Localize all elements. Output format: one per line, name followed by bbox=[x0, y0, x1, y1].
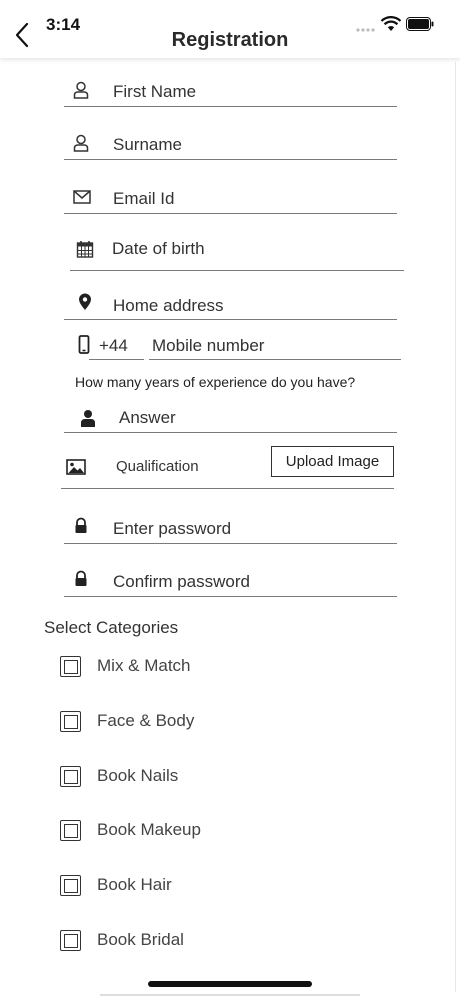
email-field[interactable]: Email Id bbox=[64, 183, 397, 214]
category-checkbox[interactable] bbox=[60, 930, 81, 951]
country-code-value: +44 bbox=[99, 336, 128, 355]
lock-icon bbox=[75, 570, 87, 586]
dob-field[interactable]: Date of birth bbox=[70, 232, 404, 271]
category-label: Book Makeup bbox=[97, 820, 201, 839]
page-title: Registration bbox=[171, 29, 289, 51]
user-icon bbox=[73, 134, 89, 152]
envelope-icon bbox=[73, 190, 91, 204]
category-checkbox[interactable] bbox=[60, 656, 81, 677]
first-name-field[interactable]: First Name bbox=[64, 76, 397, 107]
category-checkbox[interactable] bbox=[60, 820, 81, 841]
password-placeholder: Enter password bbox=[113, 519, 232, 538]
category-label: Book Hair bbox=[97, 875, 172, 894]
user-icon bbox=[73, 81, 89, 99]
home-address-placeholder: Home address bbox=[113, 296, 224, 315]
calendar-icon bbox=[76, 241, 94, 258]
experience-question: How many years of experience do you have… bbox=[75, 374, 356, 390]
category-checkbox[interactable] bbox=[60, 711, 81, 732]
category-checkbox[interactable] bbox=[60, 766, 81, 787]
surname-field[interactable]: Surname bbox=[64, 129, 397, 160]
home-indicator[interactable] bbox=[148, 981, 312, 987]
category-label: Book Bridal bbox=[97, 930, 184, 949]
category-label: Face & Body bbox=[97, 711, 195, 730]
confirm-password-placeholder: Confirm password bbox=[113, 572, 250, 591]
person-icon bbox=[81, 410, 95, 427]
first-name-placeholder: First Name bbox=[113, 82, 197, 101]
category-checkbox[interactable] bbox=[60, 875, 81, 896]
image-icon bbox=[66, 459, 86, 475]
confirm-password-field[interactable]: Confirm password bbox=[64, 566, 397, 597]
upload-image-button[interactable]: Upload Image bbox=[271, 446, 394, 477]
answer-field[interactable]: Answer bbox=[64, 402, 397, 433]
lock-icon bbox=[75, 517, 87, 533]
dob-placeholder: Date of birth bbox=[112, 239, 205, 258]
mobile-number-field[interactable]: Mobile number bbox=[149, 332, 401, 360]
category-label: Mix & Match bbox=[97, 656, 191, 675]
categories-title: Select Categories bbox=[44, 618, 179, 637]
country-code-field[interactable]: +44 bbox=[89, 332, 144, 360]
mobile-number-placeholder: Mobile number bbox=[152, 336, 265, 355]
surname-placeholder: Surname bbox=[113, 135, 182, 154]
email-placeholder: Email Id bbox=[113, 189, 175, 208]
home-address-field[interactable]: Home address bbox=[64, 289, 397, 320]
location-pin-icon bbox=[79, 293, 91, 310]
answer-placeholder: Answer bbox=[119, 408, 176, 427]
qualification-label: Qualification bbox=[116, 458, 199, 475]
scroll-edge bbox=[455, 62, 456, 992]
password-field[interactable]: Enter password bbox=[64, 513, 397, 544]
category-label: Book Nails bbox=[97, 766, 179, 785]
